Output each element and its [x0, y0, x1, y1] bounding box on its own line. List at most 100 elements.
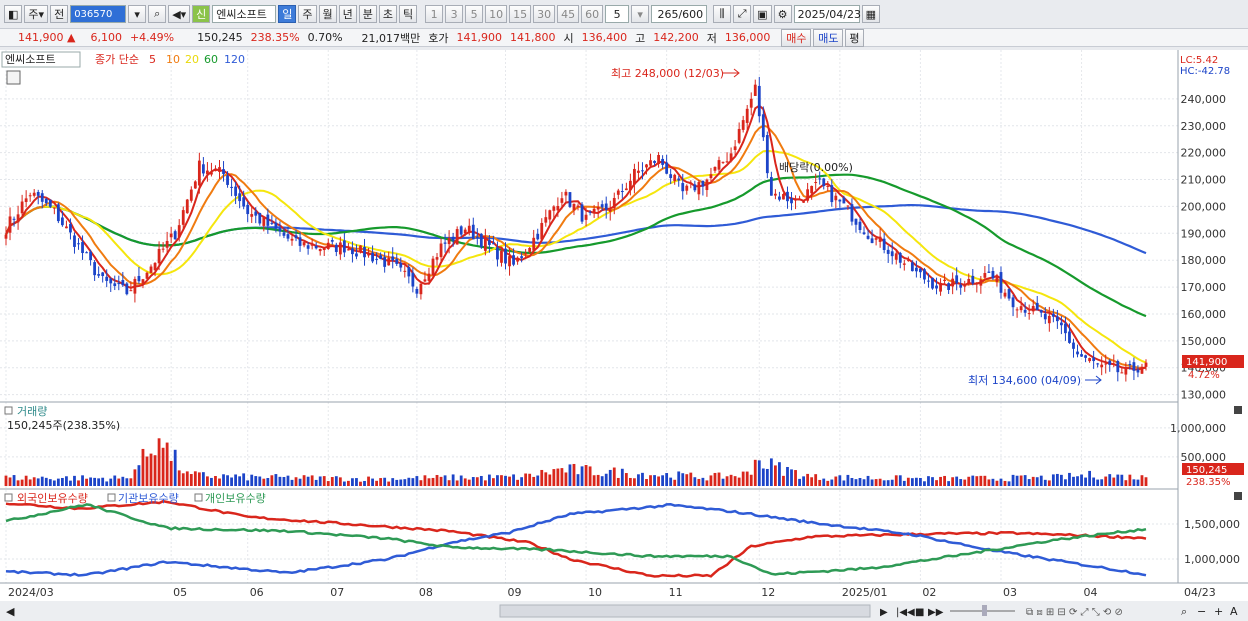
volume-bar	[266, 477, 270, 486]
x-tick-label: 02	[922, 586, 936, 599]
interval-1[interactable]: 1	[425, 5, 444, 23]
tab-second[interactable]: 초	[378, 5, 398, 23]
candle-body	[153, 262, 157, 271]
text-size-icon[interactable]: A	[1230, 605, 1238, 618]
volume-bar	[520, 477, 524, 486]
holding-panel-close-icon[interactable]	[1234, 492, 1242, 500]
buy-button[interactable]: 매수	[781, 28, 812, 47]
stock-chart[interactable]: 240,000 230,000 220,000 210,000 200,000 190,0…	[0, 50, 1248, 621]
price-tick-label: 170,000	[1181, 281, 1227, 294]
volume-bar	[616, 477, 620, 486]
chart-tools-icons[interactable]: ⧉ ⧈ ⊞ ⊟ ⟳ ⤢ ⤡ ⟲ ⊘	[1026, 607, 1123, 618]
x-tick-label: 10	[588, 586, 602, 599]
scroll-right-icon[interactable]: ▶	[880, 607, 888, 618]
volume-bar	[769, 458, 773, 486]
save-icon[interactable]: ▣	[753, 5, 772, 23]
settings-icon[interactable]: ⚙	[773, 5, 792, 23]
tab-week[interactable]: 주	[298, 5, 317, 23]
interval-10[interactable]: 10	[485, 5, 508, 23]
candle-body	[1072, 342, 1075, 349]
candle-body	[359, 245, 362, 253]
candle-body	[1124, 366, 1128, 375]
market-select[interactable]: 전	[50, 5, 69, 23]
volume-bar	[709, 475, 713, 486]
zoom-slider-handle[interactable]	[982, 605, 987, 616]
volume-bar	[508, 476, 511, 486]
play-icon[interactable]: ▶▶	[928, 607, 944, 618]
candle-body	[161, 248, 165, 250]
interval-30[interactable]: 30	[533, 5, 556, 23]
period-select[interactable]: 주 ▾	[24, 5, 49, 23]
volume-bar	[318, 476, 322, 486]
volume-bar	[1104, 476, 1108, 486]
candle-body	[919, 268, 922, 273]
range-value: 265	[657, 7, 679, 21]
volume-panel-icon[interactable]	[4, 406, 13, 415]
volume-panel-close-icon[interactable]	[1234, 406, 1242, 414]
interval-5[interactable]: 5	[465, 5, 484, 23]
candle-body	[669, 174, 673, 179]
first-icon[interactable]: |◀◀	[896, 607, 915, 618]
x-tick-label: 06	[250, 586, 264, 599]
code-dropdown[interactable]: ▾	[128, 5, 147, 23]
tab-tick[interactable]: 틱	[399, 5, 418, 23]
search-icon[interactable]: ⌕	[148, 5, 167, 23]
scrollbar-thumb[interactable]	[499, 604, 871, 618]
tab-day[interactable]: 일	[278, 5, 297, 23]
volume-bar	[1140, 475, 1144, 486]
volume-bar	[637, 474, 640, 486]
candle-body	[628, 180, 632, 191]
zoom-in-icon[interactable]: +	[1214, 605, 1223, 618]
candle-body	[882, 238, 886, 250]
credit-badge[interactable]: 신	[192, 5, 211, 23]
candle-body	[834, 195, 838, 201]
indiv-legend-icon[interactable]	[194, 493, 203, 502]
calendar-icon[interactable]: ▦	[861, 5, 880, 23]
volume-bar	[415, 476, 419, 486]
candle-body	[222, 169, 225, 174]
candle-body	[773, 193, 777, 196]
sell-button[interactable]: 매도	[813, 28, 844, 47]
count-select[interactable]: 5	[605, 5, 630, 23]
date-input[interactable]: 2025/04/23	[793, 5, 861, 23]
candle-body	[435, 257, 439, 260]
volume-bar	[342, 481, 346, 486]
tab-month[interactable]: 월	[318, 5, 337, 23]
indicator-table-icon[interactable]	[6, 70, 21, 85]
volume-bar	[790, 469, 793, 486]
inst-legend-icon[interactable]	[107, 493, 116, 502]
candle-body	[713, 166, 717, 171]
legend-ma10: 10	[166, 53, 180, 66]
window-icon[interactable]: ◧	[4, 5, 23, 23]
scroll-left-icon[interactable]: ◀	[6, 605, 15, 618]
candle-body	[830, 185, 834, 203]
interval-3[interactable]: 3	[445, 5, 464, 23]
interval-60[interactable]: 60	[581, 5, 604, 23]
range-input[interactable]: 265/600	[651, 5, 708, 23]
candle-body	[141, 279, 145, 284]
foreign-legend-icon[interactable]	[4, 493, 13, 502]
candle-type-icon[interactable]: ⫼	[713, 5, 732, 23]
zoom-out-icon[interactable]: −	[1197, 605, 1206, 618]
candle-body	[641, 170, 644, 172]
candle-body	[1132, 362, 1136, 371]
stop-icon[interactable]: ■	[915, 607, 924, 618]
candle-body	[399, 262, 403, 268]
volume-bar	[673, 479, 677, 486]
draw-tool-icon[interactable]: ⤢	[733, 5, 752, 23]
avg-button[interactable]: 평	[845, 28, 864, 47]
candle-body	[338, 242, 342, 255]
tab-minute[interactable]: 분	[358, 5, 377, 23]
interval-45[interactable]: 45	[557, 5, 580, 23]
candle-body	[580, 204, 584, 222]
speaker-icon[interactable]: ◀▾	[168, 5, 191, 23]
volume-bar	[1015, 475, 1019, 486]
volume-bar	[218, 478, 221, 486]
volume-bar	[351, 478, 354, 486]
count-dropdown[interactable]: ▾	[631, 5, 650, 23]
tab-year[interactable]: 년	[338, 5, 357, 23]
zoom-search-icon[interactable]: ⌕	[1181, 605, 1187, 618]
volume-bar	[898, 475, 902, 486]
interval-15[interactable]: 15	[509, 5, 532, 23]
stock-code-input[interactable]: 036570	[70, 5, 127, 23]
